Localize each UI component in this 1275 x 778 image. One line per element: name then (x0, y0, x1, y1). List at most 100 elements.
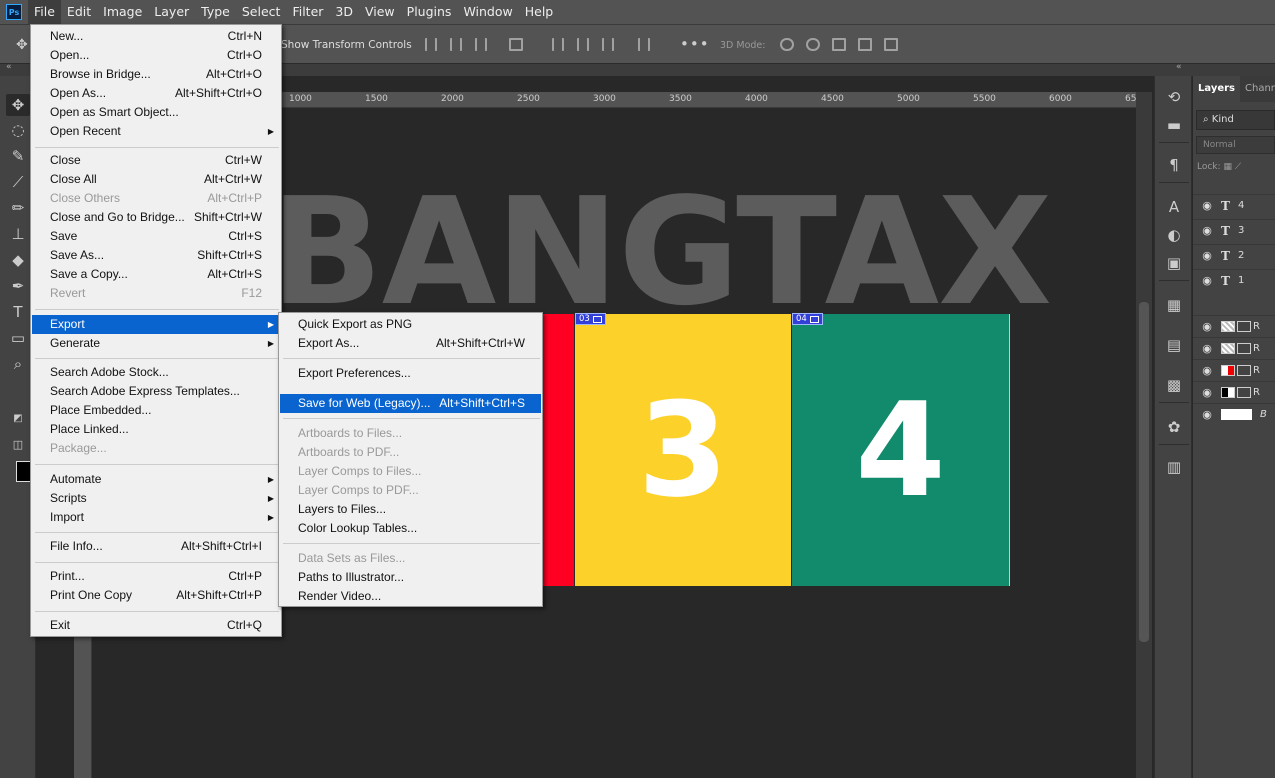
tab-channels[interactable]: Chann (1240, 76, 1275, 102)
visibility-eye-icon[interactable]: ◉ (1193, 320, 1221, 333)
character-icon[interactable]: A (1163, 196, 1185, 218)
menu-item-open-as[interactable]: Open As... Alt+Shift+Ctrl+O (32, 84, 280, 103)
properties-icon[interactable]: ▥ (1163, 456, 1185, 478)
menu-item-export-as[interactable]: Export As... Alt+Shift+Ctrl+W (280, 334, 541, 353)
menu-item-layers-to-files[interactable]: Layers to Files... (280, 500, 541, 519)
brush-tool-icon[interactable]: ✏ (6, 197, 30, 219)
blend-mode-select[interactable]: Normal (1196, 136, 1275, 154)
menu-item-search-express-templates[interactable]: Search Adobe Express Templates... (32, 382, 280, 401)
menu-item-place-linked[interactable]: Place Linked... (32, 420, 280, 439)
quick-selection-tool-icon[interactable]: ✎ (6, 145, 30, 167)
visibility-eye-icon[interactable]: ◉ (1193, 249, 1221, 262)
menu-item-export-preferences[interactable]: Export Preferences... (280, 364, 541, 383)
visibility-eye-icon[interactable]: ◉ (1193, 224, 1221, 237)
menu-item-file-info[interactable]: File Info... Alt+Shift+Ctrl+I (32, 537, 280, 556)
menu-item-save[interactable]: Save Ctrl+S (32, 227, 280, 246)
paragraph-icon[interactable]: ¶ (1163, 154, 1185, 176)
layer-row[interactable]: ◉ R (1193, 359, 1275, 381)
3d-slide-icon[interactable] (858, 38, 872, 51)
menu-item-exit[interactable]: Exit Ctrl+Q (32, 616, 280, 635)
3d-scale-icon[interactable] (884, 38, 898, 51)
menu-item-close[interactable]: Close Ctrl+W (32, 151, 280, 170)
collapse-right-icon[interactable]: « (1176, 62, 1182, 72)
align-middle-icon[interactable] (577, 38, 589, 51)
paint-bucket-tool-icon[interactable]: ◆ (6, 249, 30, 271)
scrollbar-thumb[interactable] (1139, 302, 1149, 642)
visibility-eye-icon[interactable]: ◉ (1193, 274, 1221, 287)
distribute-icon[interactable] (509, 38, 523, 51)
foreground-color-swatch[interactable] (16, 461, 31, 482)
menu-item-import[interactable]: Import ▶ (32, 508, 280, 527)
move-tool-icon[interactable]: ✥ (6, 94, 30, 116)
menu-3d[interactable]: 3D (329, 0, 359, 24)
layer-row[interactable]: ◉ R (1193, 381, 1275, 403)
visibility-eye-icon[interactable]: ◉ (1193, 386, 1221, 399)
visibility-eye-icon[interactable]: ◉ (1193, 364, 1221, 377)
menu-item-scripts[interactable]: Scripts ▶ (32, 489, 280, 508)
swatches-icon[interactable]: ▦ (1163, 294, 1185, 316)
layer-row[interactable]: ◉ T 3 (1193, 219, 1275, 241)
menu-item-save-a-copy[interactable]: Save a Copy... Alt+Ctrl+S (32, 265, 280, 284)
menu-image[interactable]: Image (97, 0, 148, 24)
lasso-tool-icon[interactable]: ◌ (6, 119, 30, 141)
menu-type[interactable]: Type (195, 0, 236, 24)
align-right-icon[interactable] (475, 38, 487, 51)
libraries-icon[interactable]: ▣ (1163, 252, 1185, 274)
menu-item-print[interactable]: Print... Ctrl+P (32, 567, 280, 586)
pen-tool-icon[interactable]: ✒ (6, 275, 30, 297)
rectangle-tool-icon[interactable]: ▭ (6, 327, 30, 349)
menu-layer[interactable]: Layer (148, 0, 195, 24)
layer-row[interactable]: ◉ T 4 (1193, 194, 1275, 216)
layer-row[interactable]: ◉ T 1 (1193, 269, 1275, 291)
menu-file[interactable]: File (28, 0, 61, 24)
comments-icon[interactable]: ▬ (1163, 114, 1185, 136)
type-tool-icon[interactable]: T (6, 301, 30, 323)
menu-item-quick-export-png[interactable]: Quick Export as PNG (280, 315, 541, 334)
menu-item-render-video[interactable]: Render Video... (280, 587, 541, 606)
menu-edit[interactable]: Edit (61, 0, 97, 24)
layer-row[interactable]: ◉ R (1193, 315, 1275, 337)
menu-view[interactable]: View (359, 0, 401, 24)
3d-roll-icon[interactable] (806, 38, 820, 51)
artboard-04[interactable]: 04 4 (792, 313, 1010, 586)
menu-item-open-recent[interactable]: Open Recent ▶ (32, 122, 280, 141)
more-options-icon[interactable]: ••• (680, 35, 710, 53)
align-top-icon[interactable] (552, 38, 564, 51)
menu-help[interactable]: Help (519, 0, 560, 24)
align-left-icon[interactable] (425, 38, 437, 51)
patterns-icon[interactable]: ▩ (1163, 374, 1185, 396)
layer-row[interactable]: ◉ R (1193, 337, 1275, 359)
menu-item-close-go-bridge[interactable]: Close and Go to Bridge... Shift+Ctrl+W (32, 208, 280, 227)
artboard-03[interactable]: 03 3 (575, 313, 791, 586)
menu-filter[interactable]: Filter (286, 0, 329, 24)
menu-item-automate[interactable]: Automate ▶ (32, 470, 280, 489)
color-palette-icon[interactable]: ✿ (1163, 416, 1185, 438)
visibility-eye-icon[interactable]: ◉ (1193, 342, 1221, 355)
menu-item-export[interactable]: Export ▶ (32, 315, 280, 334)
history-icon[interactable]: ⟲ (1163, 86, 1185, 108)
menu-item-color-lookup-tables[interactable]: Color Lookup Tables... (280, 519, 541, 538)
zoom-tool-icon[interactable]: ⌕ (6, 353, 30, 375)
3d-orbit-icon[interactable] (780, 38, 794, 51)
menu-item-save-as[interactable]: Save As... Shift+Ctrl+S (32, 246, 280, 265)
default-colors-icon[interactable]: ◩ (6, 408, 30, 430)
align-bottom-icon[interactable] (602, 38, 614, 51)
menu-plugins[interactable]: Plugins (401, 0, 458, 24)
tab-layers[interactable]: Layers (1193, 76, 1240, 102)
visibility-eye-icon[interactable]: ◉ (1193, 199, 1221, 212)
collapse-left-icon[interactable]: « (6, 62, 12, 72)
layer-row[interactable]: ◉ B (1193, 403, 1275, 425)
menu-select[interactable]: Select (236, 0, 287, 24)
filter-kind-select[interactable]: ⌕ Kind (1196, 110, 1275, 130)
vertical-scrollbar[interactable] (1136, 92, 1152, 778)
adjustments-icon[interactable]: ◐ (1163, 224, 1185, 246)
menu-item-search-adobe-stock[interactable]: Search Adobe Stock... (32, 363, 280, 382)
menu-item-new[interactable]: New... Ctrl+N (32, 27, 280, 46)
move-tool-preset-icon[interactable]: ✥ (16, 37, 28, 53)
gradients-icon[interactable]: ▤ (1163, 334, 1185, 356)
lock-pixels-icon[interactable]: ▦ (1223, 162, 1232, 172)
quick-mask-icon[interactable]: ◫ (6, 434, 30, 456)
menu-item-print-one-copy[interactable]: Print One Copy Alt+Shift+Ctrl+P (32, 586, 280, 605)
menu-item-save-for-web[interactable]: Save for Web (Legacy)... Alt+Shift+Ctrl+S (280, 394, 541, 413)
menu-item-open-smart-object[interactable]: Open as Smart Object... (32, 103, 280, 122)
